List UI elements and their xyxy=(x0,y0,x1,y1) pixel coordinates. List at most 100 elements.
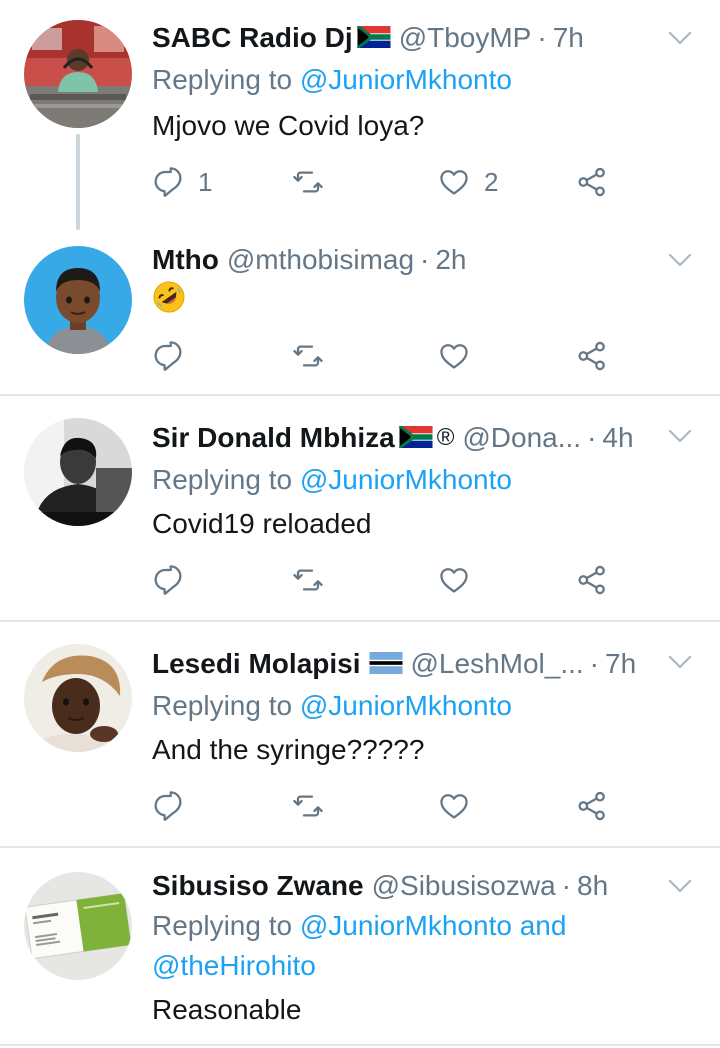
reply-button[interactable] xyxy=(152,786,184,826)
avatar[interactable] xyxy=(24,418,132,526)
replying-to-label: Replying to xyxy=(152,690,300,721)
share-button[interactable] xyxy=(576,336,608,376)
replying-to-label: Replying to xyxy=(152,64,300,95)
tweet-5[interactable]: Sibusiso Zwane @Sibusisozwa · 8h Replyin… xyxy=(0,848,720,1048)
retweet-icon xyxy=(292,340,324,372)
timestamp[interactable]: 4h xyxy=(602,420,633,456)
share-icon xyxy=(576,564,608,596)
separator: · xyxy=(589,648,599,679)
separator: · xyxy=(420,244,430,275)
heart-icon xyxy=(438,790,470,822)
mention-link[interactable]: @JuniorMkhonto xyxy=(300,64,512,95)
replying-to: Replying to @JuniorMkhonto xyxy=(152,686,512,726)
tweet-text: Covid19 reloaded xyxy=(152,508,372,539)
heart-icon xyxy=(438,564,470,596)
mention-link[interactable]: @JuniorMkhonto xyxy=(300,690,512,721)
tweet-actions xyxy=(152,560,632,600)
tweet-3[interactable]: Sir Donald Mbhiza ® @Dona... · 4h Replyi… xyxy=(0,396,720,620)
south-africa-flag-icon xyxy=(399,426,433,448)
separator: · xyxy=(587,422,597,453)
separator: · xyxy=(561,870,571,901)
chevron-down-icon[interactable] xyxy=(666,876,694,896)
retweet-button[interactable] xyxy=(292,560,324,600)
reply-icon xyxy=(152,564,184,596)
reply-button[interactable] xyxy=(152,560,184,600)
replying-to-label: Replying to xyxy=(152,464,300,495)
reply-feed: SABC Radio Dj @TboyMP · 7h Replying to @… xyxy=(0,0,720,1048)
registered-mark: ® xyxy=(436,424,455,451)
replying-to-continued: @theHirohito xyxy=(152,946,316,986)
replying-to: Replying to @JuniorMkhonto xyxy=(152,60,512,100)
heart-icon xyxy=(438,166,470,198)
display-name[interactable]: SABC Radio Dj xyxy=(152,20,353,56)
retweet-icon xyxy=(292,790,324,822)
reply-button[interactable]: 1 xyxy=(152,162,212,202)
divider xyxy=(0,1044,720,1046)
separator: · xyxy=(537,22,547,53)
timestamp[interactable]: 2h xyxy=(435,242,466,278)
like-button[interactable] xyxy=(438,786,470,826)
reply-icon xyxy=(152,340,184,372)
like-button[interactable]: 2 xyxy=(438,162,498,202)
tweet-header: Lesedi Molapisi @LeshMol_... · 7h xyxy=(152,646,636,682)
tweet-header: SABC Radio Dj @TboyMP · 7h xyxy=(152,20,584,56)
retweet-icon xyxy=(292,166,324,198)
replying-to: Replying to @JuniorMkhonto xyxy=(152,460,512,500)
retweet-button[interactable] xyxy=(292,786,324,826)
tweet-header: Sir Donald Mbhiza ® @Dona... · 4h xyxy=(152,420,634,456)
display-name[interactable]: Sibusiso Zwane xyxy=(152,868,364,904)
replying-to: Replying to @JuniorMkhonto and xyxy=(152,906,566,946)
reply-button[interactable] xyxy=(152,336,184,376)
tweet-text: And the syringe????? xyxy=(152,734,425,765)
mention-link[interactable]: @JuniorMkhonto and xyxy=(300,910,567,941)
avatar[interactable] xyxy=(24,20,132,128)
retweet-button[interactable] xyxy=(292,162,324,202)
avatar[interactable] xyxy=(24,246,132,354)
chevron-down-icon[interactable] xyxy=(666,426,694,446)
share-icon xyxy=(576,166,608,198)
tweet-text: Reasonable xyxy=(152,994,302,1025)
chevron-down-icon[interactable] xyxy=(666,28,694,48)
share-button[interactable] xyxy=(576,560,608,600)
timestamp[interactable]: 7h xyxy=(553,20,584,56)
tweet-actions xyxy=(152,786,632,826)
reply-icon xyxy=(152,166,184,198)
mention-link[interactable]: @JuniorMkhonto xyxy=(300,464,512,495)
display-name[interactable]: Mtho xyxy=(152,242,219,278)
thread-line xyxy=(76,134,80,230)
like-button[interactable] xyxy=(438,336,470,376)
tweet-header: Mtho @mthobisimag · 2h xyxy=(152,242,467,278)
tweet-4[interactable]: Lesedi Molapisi @LeshMol_... · 7h Replyi… xyxy=(0,622,720,846)
tweet-actions xyxy=(152,336,632,376)
share-icon xyxy=(576,340,608,372)
timestamp[interactable]: 8h xyxy=(577,868,608,904)
username[interactable]: @LeshMol_... xyxy=(411,646,584,682)
rolling-on-the-floor-laughing-emoji xyxy=(153,281,185,313)
tweet-text: Mjovo we Covid loya? xyxy=(152,110,425,141)
chevron-down-icon[interactable] xyxy=(666,652,694,672)
heart-icon xyxy=(438,340,470,372)
display-name[interactable]: Lesedi Molapisi xyxy=(152,646,361,682)
reply-icon xyxy=(152,790,184,822)
like-button[interactable] xyxy=(438,560,470,600)
chevron-down-icon[interactable] xyxy=(666,250,694,270)
botswana-flag-icon xyxy=(369,652,403,674)
tweet-1[interactable]: SABC Radio Dj @TboyMP · 7h Replying to @… xyxy=(0,0,720,230)
username[interactable]: @mthobisimag xyxy=(227,242,414,278)
reply-count: 1 xyxy=(198,166,213,197)
retweet-button[interactable] xyxy=(292,336,324,376)
username[interactable]: @Dona... xyxy=(462,420,581,456)
username[interactable]: @TboyMP xyxy=(399,20,532,56)
mention-link[interactable]: @theHirohito xyxy=(152,950,316,981)
retweet-icon xyxy=(292,564,324,596)
display-name[interactable]: Sir Donald Mbhiza xyxy=(152,420,395,456)
share-button[interactable] xyxy=(576,786,608,826)
share-button[interactable] xyxy=(576,162,608,202)
tweet-2[interactable]: Mtho @mthobisimag · 2h xyxy=(0,222,720,394)
avatar[interactable] xyxy=(24,644,132,752)
avatar[interactable] xyxy=(24,872,132,980)
south-africa-flag-icon xyxy=(357,26,391,48)
tweet-header: Sibusiso Zwane @Sibusisozwa · 8h xyxy=(152,868,608,904)
timestamp[interactable]: 7h xyxy=(605,646,636,682)
username[interactable]: @Sibusisozwa xyxy=(372,868,556,904)
